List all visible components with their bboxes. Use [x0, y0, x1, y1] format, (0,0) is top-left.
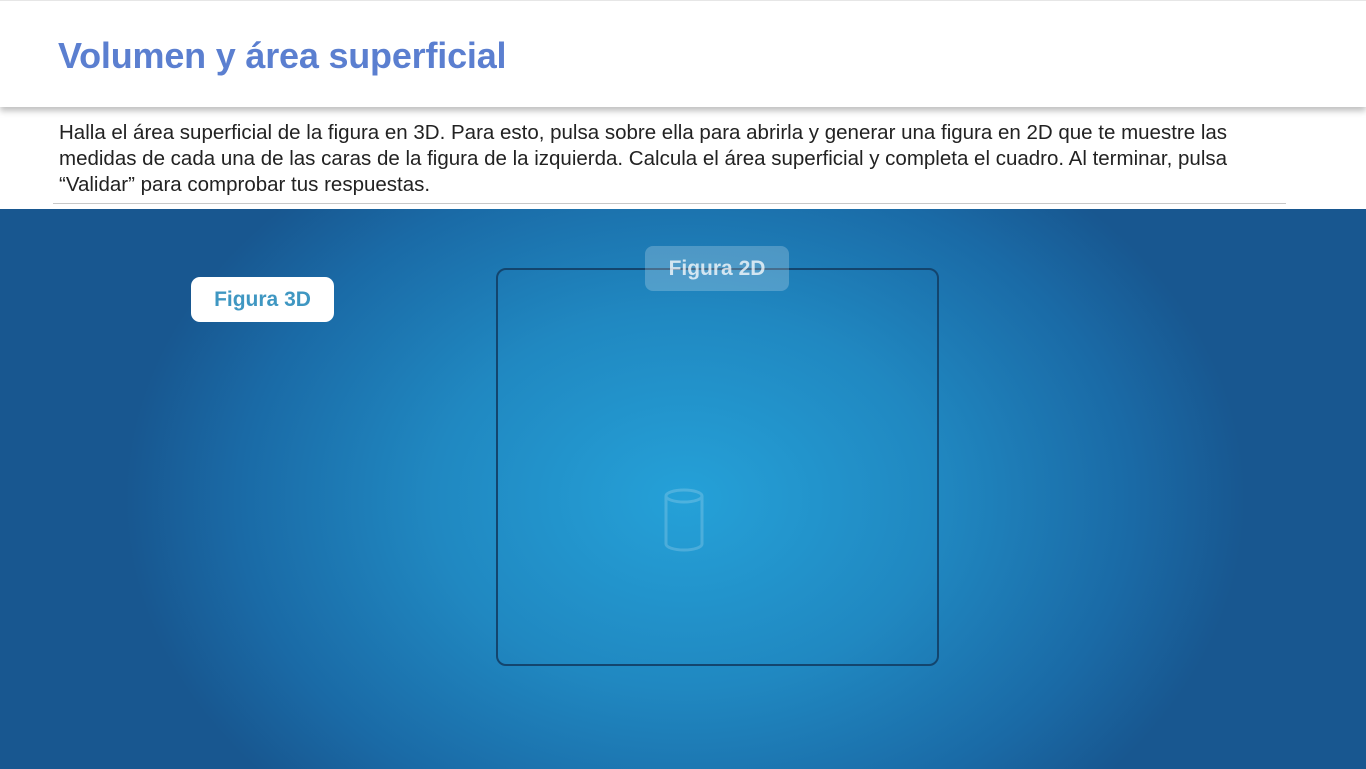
instructions-divider: [53, 203, 1286, 204]
figure-2d-label: Figura 2D: [645, 246, 789, 291]
page-title: Volumen y área superficial: [58, 35, 507, 76]
figure-3d-button[interactable]: Figura 3D: [191, 277, 334, 322]
figure-2d-panel: [496, 268, 939, 666]
header-bar: Volumen y área superficial: [0, 0, 1366, 107]
instructions-text: Halla el área superficial de la figura e…: [59, 121, 1228, 196]
cylinder-icon: [664, 488, 704, 552]
activity-stage: Figura 3D Figura 2D: [0, 209, 1366, 769]
